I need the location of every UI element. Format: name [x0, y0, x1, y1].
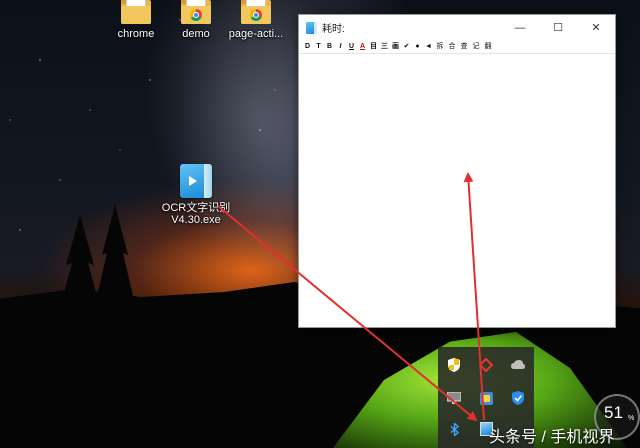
image-button[interactable]: 画 [390, 41, 401, 53]
folder-icon [121, 0, 151, 24]
watermark: 头条号 / 手机视界 [489, 429, 615, 446]
desktop-icon-label: chrome [117, 28, 155, 40]
gauge-value: 51 [604, 403, 623, 422]
record-button[interactable]: 记 [470, 41, 482, 53]
bold-button[interactable]: B [324, 41, 335, 53]
toolbar-button[interactable]: T [313, 41, 324, 53]
underline-button[interactable]: U [346, 41, 357, 53]
maximize-button[interactable]: ☐ [539, 15, 577, 40]
monitor-icon[interactable] [447, 391, 461, 405]
italic-button[interactable]: I [335, 41, 346, 53]
close-button[interactable]: ✕ [577, 15, 615, 40]
split-button[interactable]: 拆 [434, 41, 446, 53]
font-color-button[interactable]: A [357, 41, 368, 53]
chrome-folder-icon [181, 0, 211, 24]
window-controls: — ☐ ✕ [501, 15, 615, 40]
align-button[interactable]: 目 [368, 41, 379, 53]
list-button[interactable]: 三 [379, 41, 390, 53]
desktop-icon-ocr-exe[interactable]: OCR文字识别V4.30.exe [158, 164, 234, 226]
desktop-icon-page-action[interactable]: page-acti... [216, 0, 296, 40]
desktop-icon-label: demo [182, 28, 210, 40]
ocr-app-icon [180, 164, 212, 198]
ocr-app-icon [306, 21, 317, 34]
check-button[interactable]: ✔ [401, 41, 412, 53]
minimize-button[interactable]: — [501, 15, 539, 40]
translate-button[interactable]: 翻 [482, 41, 494, 53]
chrome-folder-icon [241, 0, 271, 24]
toolbar-button[interactable]: D [302, 41, 313, 53]
text-editor-area[interactable] [299, 55, 615, 327]
color-picker-button[interactable]: ● [412, 41, 423, 53]
app-icon[interactable] [479, 391, 493, 405]
gauge-unit: % [628, 415, 635, 422]
title-bar[interactable]: 耗时: — ☐ ✕ [299, 15, 615, 40]
send-button[interactable]: ◄ [423, 41, 434, 53]
shield-warning-icon[interactable] [447, 358, 461, 372]
merge-button[interactable]: 合 [446, 41, 458, 53]
cloud-icon[interactable] [511, 358, 525, 372]
shield-icon[interactable] [511, 391, 525, 405]
window-title: 耗时: [322, 24, 345, 35]
desktop-icon-label: OCR文字识别V4.30.exe [161, 202, 231, 226]
desktop-icon-label: page-acti... [228, 28, 284, 40]
link-icon[interactable] [479, 358, 493, 372]
bluetooth-icon[interactable] [447, 422, 461, 436]
ocr-window[interactable]: 耗时: — ☐ ✕ D T B I U A 目 三 画 ✔ ● ◄ 拆 合 查 … [298, 14, 616, 328]
format-toolbar: D T B I U A 目 三 画 ✔ ● ◄ 拆 合 查 记 翻 [299, 40, 615, 54]
pine-trees [62, 205, 134, 300]
search-button[interactable]: 查 [458, 41, 470, 53]
